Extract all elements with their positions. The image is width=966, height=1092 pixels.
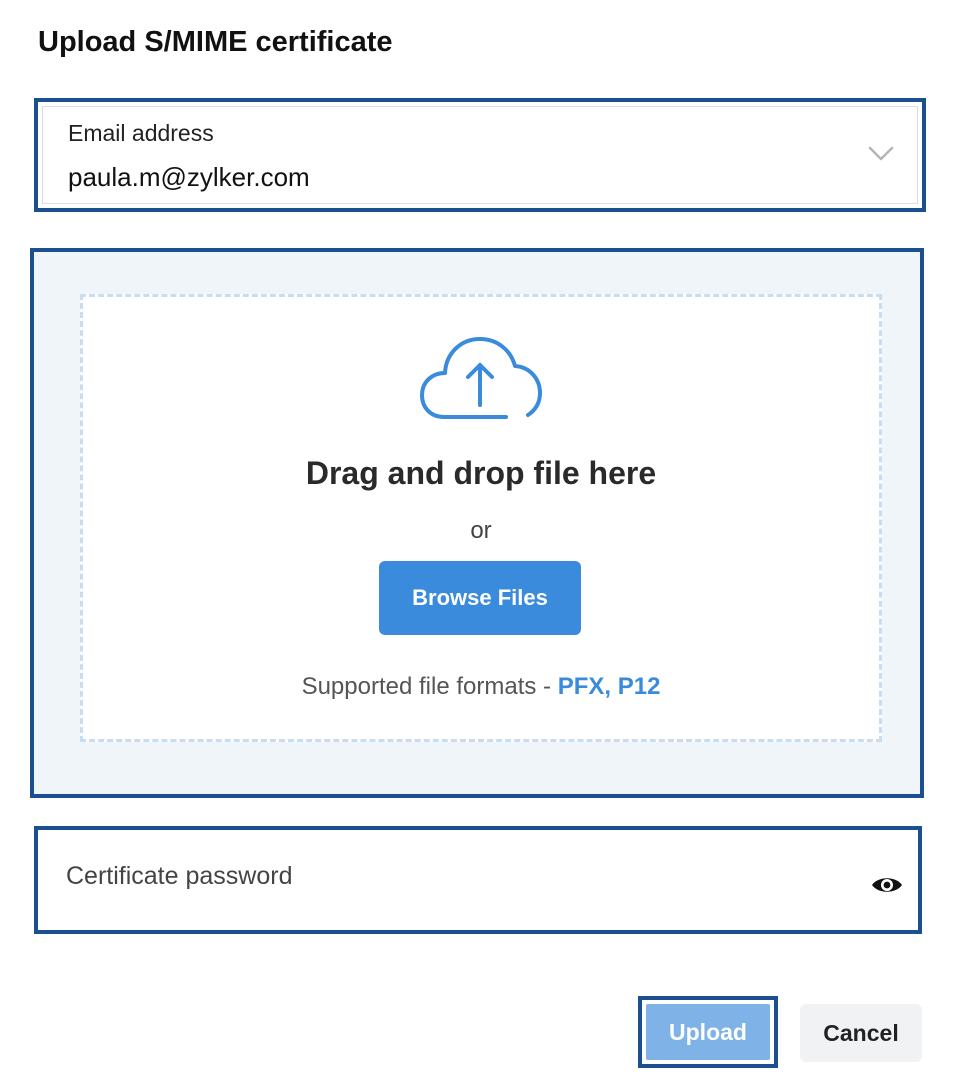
drop-title: Drag and drop file here	[305, 455, 657, 491]
drop-or-text: or	[470, 517, 492, 544]
email-address-label: Email address	[68, 120, 214, 146]
formats-value: PFX, P12	[557, 673, 661, 700]
dialog-title: Upload S/MIME certificate	[38, 26, 393, 58]
certificate-password-input[interactable]	[42, 834, 842, 926]
chevron-down-icon[interactable]	[868, 146, 894, 162]
upload-smime-dialog: Upload S/MIME certificate Email address …	[0, 0, 966, 1092]
eye-icon[interactable]	[870, 874, 904, 896]
dropzone-dashed-box: Drag and drop file here or Browse Files …	[80, 294, 882, 742]
upload-button-label: Upload	[646, 1004, 770, 1060]
browse-files-button[interactable]: Browse Files	[379, 561, 581, 635]
supported-formats-text: Supported file formats - PFX, P12	[83, 673, 879, 701]
cloud-upload-icon	[420, 337, 542, 419]
email-address-select[interactable]: Email address paula.m@zylker.com	[34, 98, 926, 212]
certificate-password-field	[34, 826, 922, 934]
upload-button[interactable]: Upload	[638, 996, 778, 1068]
cancel-button[interactable]: Cancel	[800, 1004, 922, 1062]
email-address-value: paula.m@zylker.com	[68, 162, 310, 192]
formats-prefix: Supported file formats -	[301, 673, 558, 700]
file-drop-area[interactable]: Drag and drop file here or Browse Files …	[30, 248, 924, 798]
